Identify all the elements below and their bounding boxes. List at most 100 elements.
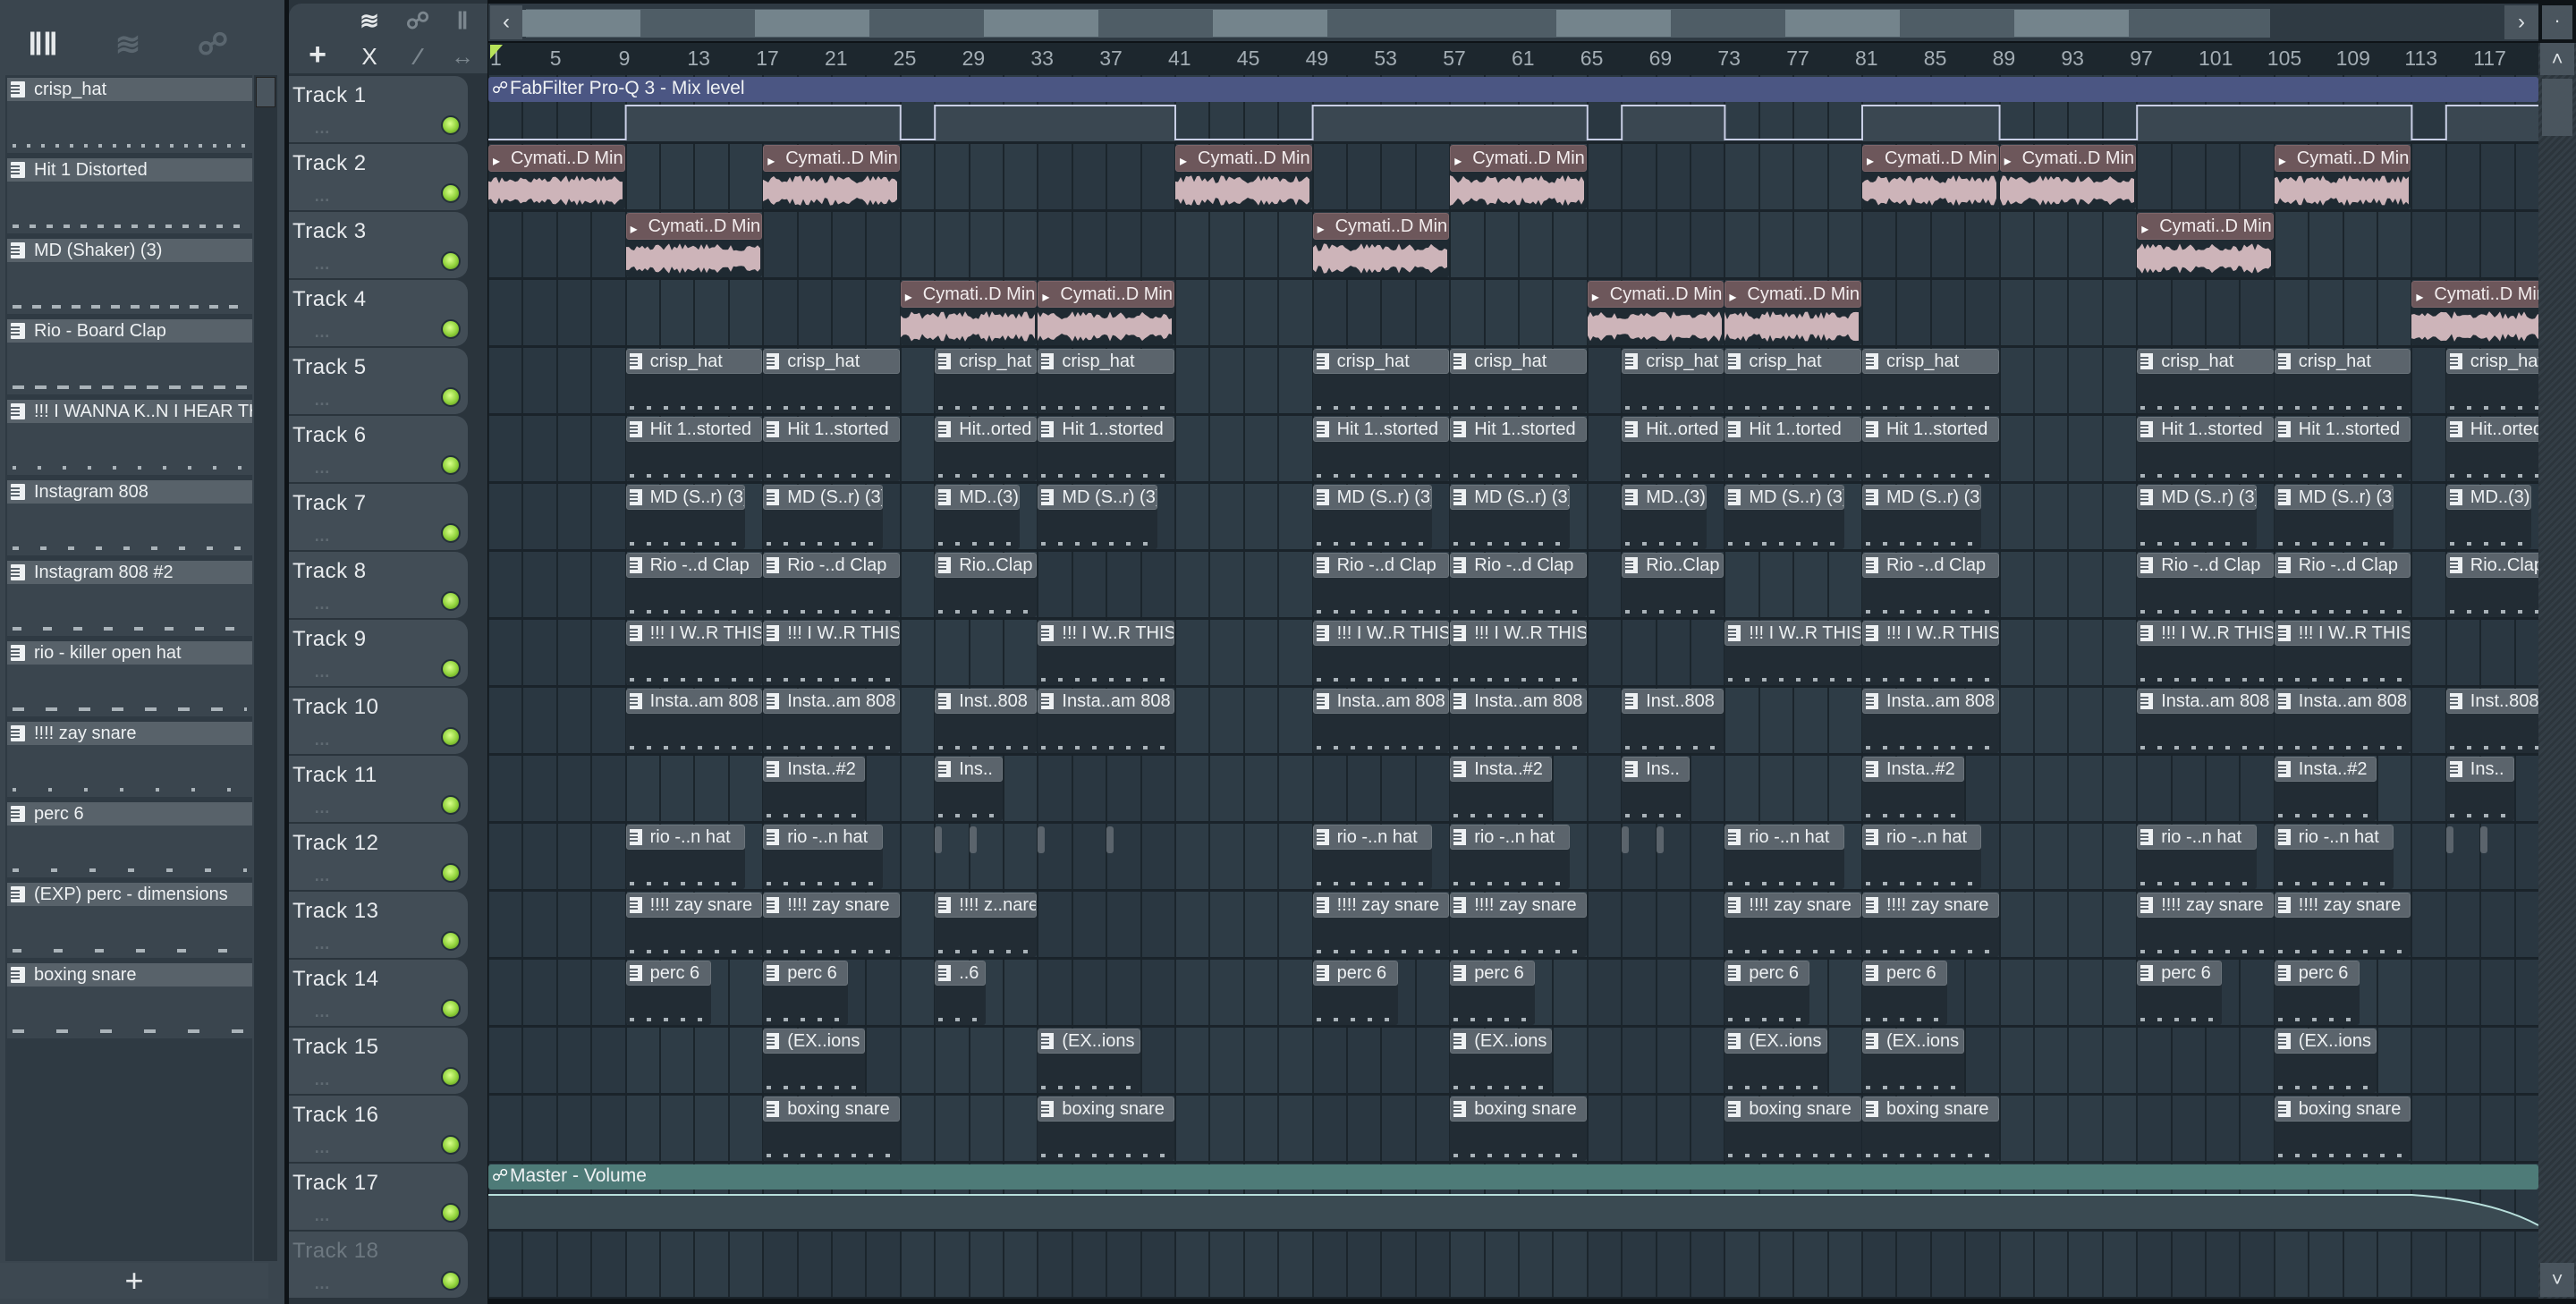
pattern-clip[interactable]: MD (S..r) (3) <box>1312 485 1432 549</box>
clip-header[interactable]: Inst..808 <box>2445 689 2538 714</box>
clip-header[interactable]: ▸ Cymati..D Min <box>1312 213 1450 240</box>
pattern-clip[interactable]: perc 6 <box>1450 961 1536 1025</box>
clip-header[interactable]: !!!! zay snare <box>1312 893 1450 918</box>
audio-clip[interactable]: ▸ Cymati..D Min <box>763 145 900 209</box>
pattern-clip[interactable]: MD..(3) <box>935 485 1021 549</box>
channel-name[interactable]: Rio - Board Clap <box>7 319 252 343</box>
clip-header[interactable]: Insta..am 808 <box>1312 689 1450 714</box>
pattern-clip[interactable]: Hit 1..storted <box>2274 417 2411 481</box>
clip-header[interactable]: (EX..ions <box>1450 1029 1553 1054</box>
channel-item[interactable]: !!! I WANNA K..N I HEAR THIS <box>7 400 252 475</box>
pattern-clip[interactable]: Hit 1..torted <box>1724 417 1861 481</box>
clip-header[interactable]: rio -..n hat <box>1312 825 1432 850</box>
clip-header[interactable]: !!! I W..R THIS <box>1862 621 1999 646</box>
pattern-clip[interactable]: Hit 1..storted <box>625 417 763 481</box>
pattern-clip[interactable]: !!! I W..R THIS <box>1862 621 1999 685</box>
clip-header[interactable]: perc 6 <box>763 961 849 986</box>
clip-header[interactable]: Rio -..d Clap <box>625 553 763 578</box>
track-header[interactable]: Track 4 … <box>289 280 468 346</box>
pattern-clip[interactable]: !!!! zay snare <box>1724 893 1861 957</box>
clip-header[interactable]: Insta..am 808 <box>2137 689 2274 714</box>
clip-header[interactable]: Rio -..d Clap <box>763 553 900 578</box>
track-enable-led[interactable] <box>441 251 461 271</box>
clip-sliver[interactable] <box>1622 826 1630 853</box>
channel-item[interactable]: Instagram 808 #2 <box>7 561 252 636</box>
channel-item[interactable]: Instagram 808 <box>7 480 252 555</box>
pattern-clip[interactable]: MD (S..r) (3) <box>1724 485 1844 549</box>
track-name[interactable]: Track 4 <box>292 287 367 312</box>
clip-header[interactable]: Hit 1..storted <box>1312 417 1450 442</box>
vertical-scrollbar[interactable] <box>2538 43 2576 1299</box>
audio-clip[interactable]: ▸ Cymati..D Min <box>1038 281 1174 345</box>
clip-header[interactable]: Hit 1..storted <box>763 417 900 442</box>
track-menu-dots[interactable]: … <box>314 323 330 342</box>
channel-item[interactable]: rio - killer open hat <box>7 641 252 716</box>
pattern-clip[interactable]: Insta..am 808 <box>1038 689 1174 753</box>
channel-item[interactable]: MD (Shaker) (3) <box>7 239 252 314</box>
pattern-clip[interactable]: Rio -..d Clap <box>1450 553 1587 617</box>
pattern-clip[interactable]: Insta..#2 <box>1450 757 1553 821</box>
clip-header[interactable]: Hit 1..storted <box>1862 417 1999 442</box>
pattern-clip[interactable]: (EX..ions <box>1862 1029 1965 1093</box>
clip-header[interactable]: Rio -..d Clap <box>2274 553 2411 578</box>
track-menu-dots[interactable]: … <box>314 799 330 817</box>
pattern-clip[interactable]: Hit..orted <box>935 417 1038 481</box>
pattern-clip[interactable]: rio -..n hat <box>1312 825 1432 889</box>
track-header[interactable]: Track 13… <box>289 892 468 958</box>
pattern-clip[interactable]: Hit..orted <box>1622 417 1724 481</box>
pattern-clip[interactable]: !!! I W..R THIS <box>1038 621 1174 685</box>
audio-clip[interactable]: ▸ Cymati..D Min <box>488 145 625 209</box>
scroll-left-button[interactable]: ‹ <box>490 5 522 39</box>
clip-header[interactable]: crisp_hat <box>763 349 900 374</box>
track-header[interactable]: Track 8… <box>289 552 468 618</box>
clip-header[interactable]: crisp_hat <box>2274 349 2411 374</box>
track-enable-led[interactable] <box>441 931 461 951</box>
track-enable-led[interactable] <box>441 387 461 407</box>
channel-name[interactable]: Instagram 808 <box>7 480 252 504</box>
pattern-clip[interactable]: ..6 <box>935 961 986 1025</box>
clip-header[interactable]: MD (S..r) (3) <box>2137 485 2257 510</box>
pattern-clip[interactable]: MD (S..r) (3) <box>625 485 745 549</box>
timeline-ruler[interactable]: 1 5 9 13 17 21 25 29 33 37 41 45 49 53 57 61 65 69 73 77 81 8… <box>488 43 2538 75</box>
clip-header[interactable]: ▸ Cymati..D Min <box>2411 281 2538 308</box>
track-menu-dots[interactable]: … <box>314 731 330 749</box>
clip-header[interactable]: Hit 1..storted <box>1450 417 1587 442</box>
pattern-clip[interactable]: Hit 1..storted <box>2137 417 2274 481</box>
clip-header[interactable]: boxing snare <box>763 1097 900 1122</box>
clip-header[interactable]: ▸ Cymati..D Min <box>2274 145 2411 172</box>
track-enable-led[interactable] <box>441 319 461 339</box>
clip-header[interactable]: rio -..n hat <box>2274 825 2394 850</box>
clip-header[interactable]: Rio..Clap <box>935 553 1038 578</box>
clip-header[interactable]: !!!! zay snare <box>2137 893 2274 918</box>
track-enable-led[interactable] <box>441 115 461 135</box>
track-header[interactable]: Track 16… <box>289 1096 468 1162</box>
clip-sliver[interactable] <box>969 826 977 853</box>
clip-header[interactable]: Rio..Clap <box>2445 553 2538 578</box>
pattern-clip[interactable]: Rio -..d Clap <box>2137 553 2274 617</box>
pattern-clip[interactable]: Insta..#2 <box>1862 757 1965 821</box>
audio-clip[interactable]: ▸ Cymati..D Min <box>1450 145 1587 209</box>
track-enable-led[interactable] <box>441 1271 461 1291</box>
clip-sliver[interactable] <box>935 826 943 853</box>
pattern-clip[interactable]: Inst..808 <box>935 689 1038 753</box>
clip-header[interactable]: rio -..n hat <box>1724 825 1844 850</box>
clip-sliver[interactable] <box>2445 826 2453 853</box>
pattern-clip[interactable]: Insta..am 808 <box>1450 689 1587 753</box>
clip-header[interactable]: Inst..808 <box>1622 689 1724 714</box>
channel-name[interactable]: !!! I WANNA K..N I HEAR THIS <box>7 400 252 423</box>
track-enable-led[interactable] <box>441 795 461 815</box>
clip-header[interactable]: boxing snare <box>1862 1097 1999 1122</box>
pattern-clip[interactable]: Insta..am 808 <box>1862 689 1999 753</box>
pattern-clip[interactable]: boxing snare <box>1724 1097 1861 1161</box>
pattern-clip[interactable]: rio -..n hat <box>1862 825 1982 889</box>
clip-header[interactable]: perc 6 <box>1312 961 1398 986</box>
clip-header[interactable]: !!!! zay snare <box>2274 893 2411 918</box>
automation-icon[interactable]: ☍ <box>186 27 240 63</box>
pattern-clip[interactable]: !!! I W..R THIS <box>763 621 900 685</box>
pattern-clip[interactable]: Hit..orted <box>2445 417 2538 481</box>
track-enable-led[interactable] <box>441 1067 461 1087</box>
channel-item[interactable]: boxing snare <box>7 963 252 1038</box>
pattern-clip[interactable]: Rio -..d Clap <box>625 553 763 617</box>
clip-header[interactable]: Hit..orted <box>2445 417 2538 442</box>
scroll-thumb[interactable] <box>256 77 275 107</box>
